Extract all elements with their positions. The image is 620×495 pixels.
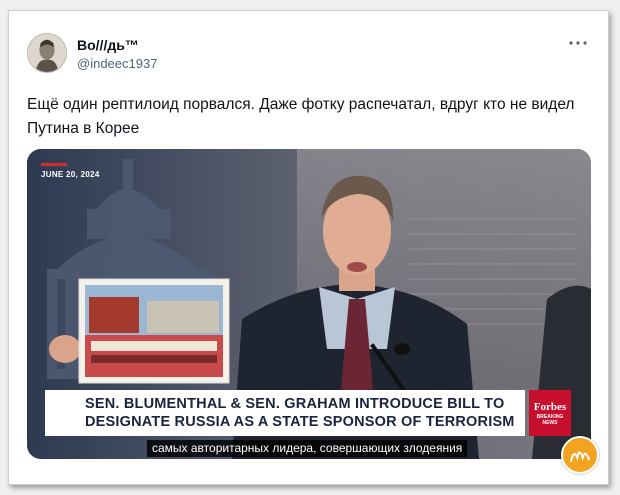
user-handle[interactable]: @indeec1937 bbox=[77, 56, 157, 71]
brand-sub-line-1: BREAKING bbox=[536, 413, 564, 420]
brand-subtitle: BREAKING NEWS bbox=[537, 414, 564, 426]
tweet-media-image[interactable]: JUNE 20, 2024 SEN. BLUMENTHAL & SEN. GRA… bbox=[27, 149, 591, 459]
tweet-text: Ещё один рептилоид порвался. Даже фотку … bbox=[27, 96, 575, 137]
display-name[interactable]: Во///дь™ bbox=[77, 37, 139, 53]
tweet-card: Во///дь™ @indeec1937 Ещё один рептилоид … bbox=[8, 10, 609, 485]
date-tag: JUNE 20, 2024 bbox=[41, 163, 100, 179]
video-subtitle: самых авторитарных лидера, совершающих з… bbox=[147, 440, 468, 457]
watermark-logo bbox=[561, 436, 599, 474]
more-icon[interactable] bbox=[566, 35, 590, 51]
headline-line-1: SEN. BLUMENTHAL & SEN. GRAHAM INTRODUCE … bbox=[85, 396, 505, 412]
news-lower-third: SEN. BLUMENTHAL & SEN. GRAHAM INTRODUCE … bbox=[45, 390, 525, 436]
brand-sub-line-2: NEWS bbox=[542, 419, 558, 426]
avatar[interactable] bbox=[27, 33, 67, 73]
forbes-logo: Forbes BREAKING NEWS bbox=[529, 390, 571, 436]
brand-name: Forbes bbox=[533, 400, 567, 413]
headline-line-2: DESIGNATE RUSSIA AS A STATE SPONSOR OF T… bbox=[85, 414, 515, 430]
